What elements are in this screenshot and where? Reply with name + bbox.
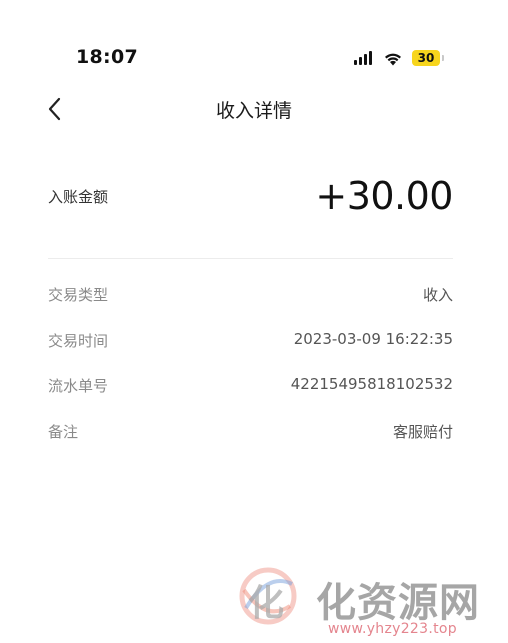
detail-value: 42215495818102532	[290, 375, 453, 393]
detail-row-time: 交易时间 2023-03-09 16:22:35	[48, 325, 453, 371]
detail-label: 流水单号	[48, 377, 109, 395]
detail-label: 备注	[48, 422, 79, 441]
amount-label: 入账金额	[48, 188, 109, 206]
status-icons: 30	[354, 50, 444, 66]
battery-icon: 30	[412, 50, 444, 66]
detail-value: 2023-03-09 16:22:35	[293, 329, 453, 348]
detail-row-note: 备注 客服赔付	[48, 416, 453, 462]
amount-section: 入账金额 +30.00	[48, 168, 453, 238]
detail-value: 客服赔付	[392, 422, 453, 441]
signal-icon	[354, 51, 374, 65]
status-time: 18:07	[76, 46, 138, 68]
watermark-logo-text: 化	[248, 582, 285, 624]
amount-value: +30.00	[315, 174, 453, 218]
detail-row-serial: 流水单号 42215495818102532	[48, 370, 453, 416]
watermark-url: www.yhzy223.top	[328, 621, 457, 637]
nav-bar: 收入详情	[0, 88, 508, 130]
watermark-text: 化资源网	[316, 579, 480, 626]
wifi-icon	[385, 53, 401, 65]
status-bar: 18:07 30	[0, 0, 508, 80]
page-title: 收入详情	[215, 100, 292, 122]
detail-label: 交易类型	[48, 286, 109, 304]
divider	[48, 258, 453, 259]
detail-label: 交易时间	[48, 331, 109, 350]
watermark: 化 化资源网 www.yhzy223.top	[236, 562, 502, 640]
detail-list: 交易类型 收入 交易时间 2023-03-09 16:22:35 流水单号 42…	[48, 279, 453, 461]
detail-value: 收入	[422, 286, 453, 304]
detail-row-type: 交易类型 收入	[48, 279, 453, 325]
